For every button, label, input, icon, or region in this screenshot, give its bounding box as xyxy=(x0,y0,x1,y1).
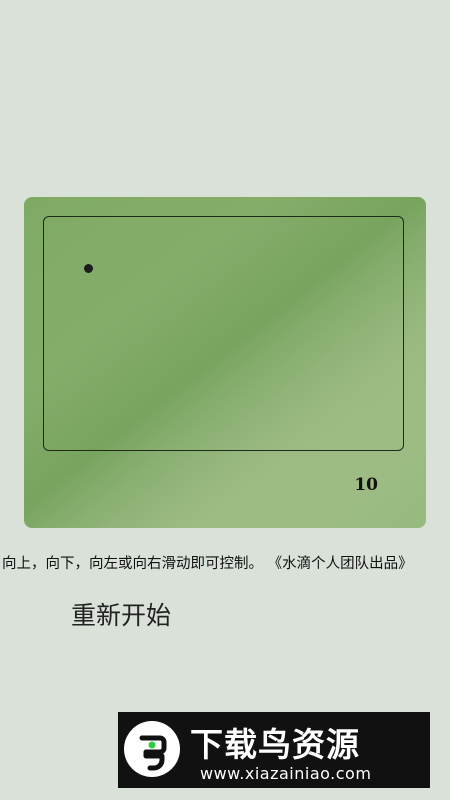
watermark-banner: 下载鸟资源 www.xiazainiao.com xyxy=(118,712,430,788)
game-screen[interactable]: 10 xyxy=(24,197,426,528)
playfield[interactable] xyxy=(43,216,404,451)
bird-logo-icon xyxy=(124,721,180,777)
watermark-url: www.xiazainiao.com xyxy=(200,764,372,783)
watermark-title: 下载鸟资源 xyxy=(190,725,360,764)
snake-dot xyxy=(84,264,93,273)
score-display: 10 xyxy=(354,475,378,495)
instructions-text: 向上，向下，向左或向右滑动即可控制。 《水滴个人团队出品》 xyxy=(2,556,413,572)
restart-button[interactable]: 重新开始 xyxy=(71,596,171,632)
